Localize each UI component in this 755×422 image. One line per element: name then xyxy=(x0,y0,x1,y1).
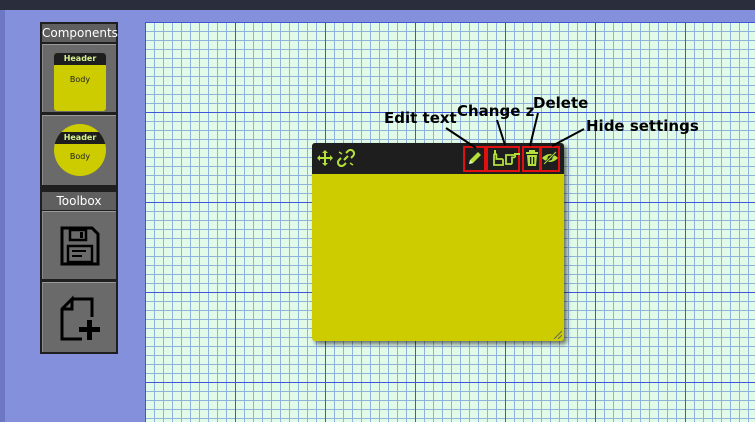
hide-settings-pointer xyxy=(551,128,585,147)
edit-text-pointer xyxy=(445,127,477,149)
delete-pointer xyxy=(529,112,539,147)
change-z-pointer xyxy=(496,119,506,146)
annotation-lines xyxy=(445,112,585,149)
